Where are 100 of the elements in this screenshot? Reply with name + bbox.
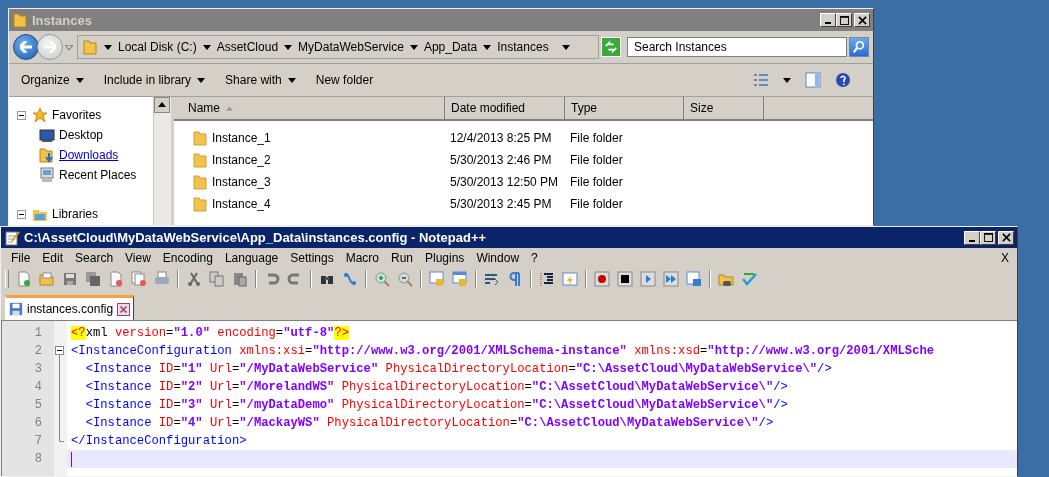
file-name[interactable]: Instance_1 — [212, 131, 271, 145]
menu-item[interactable]: Edit — [36, 250, 70, 265]
refresh-button[interactable] — [601, 37, 621, 57]
column-header[interactable]: Date modified — [445, 97, 565, 119]
menu-item[interactable]: Macro — [339, 250, 385, 265]
lightning-window-icon[interactable] — [562, 271, 578, 287]
menu-item[interactable]: Window — [470, 250, 526, 265]
tree-item[interactable]: Desktop — [59, 128, 104, 142]
toolbar-button[interactable]: New folder — [315, 73, 374, 87]
minimize-button[interactable] — [820, 13, 836, 27]
minimize-icon — [825, 22, 831, 24]
close-button[interactable] — [998, 230, 1014, 245]
minimize-icon — [969, 239, 975, 242]
minimize-button[interactable] — [964, 230, 980, 245]
file-name[interactable]: Instance_4 — [212, 197, 271, 211]
play-icon[interactable] — [640, 271, 656, 287]
collapse-icon[interactable] — [17, 209, 26, 219]
tree-item[interactable]: Favorites — [52, 108, 102, 122]
stop-icon[interactable] — [617, 271, 633, 287]
toolbar-button[interactable]: Share with — [225, 73, 296, 87]
menu-item[interactable]: File — [5, 250, 37, 265]
maximize-button[interactable] — [836, 13, 852, 27]
column-header[interactable]: Type — [565, 97, 684, 119]
arrow-right-icon — [44, 41, 56, 53]
new-file-icon[interactable] — [16, 271, 32, 287]
caret-icon[interactable] — [409, 44, 418, 50]
code-line: <Instance ID="1" Url="/MyDataWebService" PhysicalDirectoryLocation="C:\AssetCloud\MyDataWebService\"/> — [84, 362, 832, 376]
toolbar-button[interactable]: Include in library — [103, 73, 206, 87]
history-dropdown-icon[interactable] — [65, 44, 73, 50]
word-wrap-icon[interactable] — [484, 271, 500, 287]
maximize-button[interactable] — [980, 230, 996, 245]
caret-icon[interactable] — [202, 44, 211, 50]
menu-item[interactable]: Settings — [284, 250, 340, 265]
caret-icon[interactable] — [284, 44, 293, 50]
folder-icon[interactable] — [718, 271, 734, 287]
search-field[interactable]: Search Instances — [627, 37, 847, 57]
breadcrumb-item[interactable]: AssetCloud — [216, 40, 279, 54]
close-file-icon[interactable] — [108, 271, 124, 287]
scissors-icon[interactable] — [186, 271, 202, 287]
tree-item[interactable]: Downloads — [59, 148, 119, 162]
file-name[interactable]: Instance_2 — [212, 153, 271, 167]
search-button[interactable] — [849, 37, 869, 57]
file-name[interactable]: Instance_3 — [212, 175, 271, 189]
scroll-up-icon[interactable] — [154, 97, 170, 113]
close-document-button[interactable]: X — [1001, 250, 1009, 265]
caret-icon[interactable] — [483, 44, 492, 50]
fold-toggle-icon[interactable] — [55, 346, 64, 360]
document-tab[interactable]: instances.config — [5, 295, 135, 320]
toolbar-button[interactable]: Organize — [21, 73, 84, 87]
collapse-icon[interactable] — [17, 110, 26, 120]
tree-item[interactable]: Libraries — [52, 207, 99, 221]
zoom-out-icon[interactable] — [397, 271, 413, 287]
editor-area[interactable] — [1, 321, 1017, 476]
indent-guide-icon[interactable] — [539, 271, 555, 287]
paste-icon[interactable] — [232, 271, 248, 287]
column-header[interactable]: Size — [684, 97, 764, 119]
close-icon[interactable] — [117, 302, 131, 316]
menu-item[interactable]: ? — [525, 250, 544, 265]
menu-item[interactable]: Encoding — [156, 250, 219, 265]
save-all-icon[interactable] — [85, 271, 101, 287]
folder-icon — [192, 196, 208, 212]
breadcrumb-item[interactable]: Local Disk (C:) — [118, 40, 197, 54]
window-lock-icon[interactable] — [452, 271, 468, 287]
pilcrow-icon[interactable] — [507, 271, 523, 287]
record-icon[interactable] — [594, 271, 610, 287]
window-lock-icon[interactable] — [429, 271, 445, 287]
menu-item[interactable]: View — [119, 250, 157, 265]
breadcrumb-item[interactable]: App_Data — [423, 40, 478, 54]
back-button[interactable] — [13, 34, 39, 60]
caret-icon[interactable] — [104, 44, 112, 50]
check-mark-icon[interactable] — [741, 271, 757, 287]
close-button[interactable] — [854, 13, 870, 27]
caret-icon[interactable] — [783, 77, 791, 83]
column-header[interactable]: Name — [174, 97, 445, 119]
code-line: <Instance ID="2" Url="/MorelandWS" PhysicalDirectoryLocation="C:\AssetCloud\MyDataWebService\"/> — [84, 380, 788, 394]
print-icon[interactable] — [154, 271, 170, 287]
scrollbar[interactable] — [153, 97, 171, 225]
menu-item[interactable]: Run — [385, 250, 419, 265]
zoom-in-icon[interactable] — [374, 271, 390, 287]
fast-forward-icon[interactable] — [663, 271, 679, 287]
menu-item[interactable]: Language — [218, 250, 285, 265]
breadcrumb-item[interactable]: MyDataWebService — [298, 40, 404, 54]
copy-icon[interactable] — [209, 271, 225, 287]
open-folder-icon[interactable] — [39, 271, 55, 287]
preview-pane-icon[interactable] — [805, 72, 821, 88]
address-bar[interactable]: Local Disk (C:) AssetCloud MyDataWebService App_Data Instances — [77, 35, 599, 59]
replace-icon[interactable] — [342, 271, 358, 287]
close-all-icon[interactable] — [131, 271, 147, 287]
caret-icon[interactable] — [562, 44, 570, 50]
tree-item[interactable]: Recent Places — [59, 168, 137, 182]
menu-item[interactable]: Search — [69, 250, 120, 265]
menu-item[interactable]: Plugins — [419, 250, 471, 265]
table-cell: 5/30/2013 2:45 PM — [450, 197, 552, 211]
help-icon[interactable] — [835, 72, 851, 88]
maximize-icon — [983, 233, 993, 242]
breadcrumb-item[interactable]: Instances — [497, 40, 549, 54]
code-line: <?xml version="1.0" encoding="utf-8"?> — [71, 326, 349, 340]
view-list-icon[interactable] — [753, 72, 769, 88]
save-icon[interactable] — [62, 271, 78, 287]
save-macro-icon[interactable] — [686, 271, 702, 287]
